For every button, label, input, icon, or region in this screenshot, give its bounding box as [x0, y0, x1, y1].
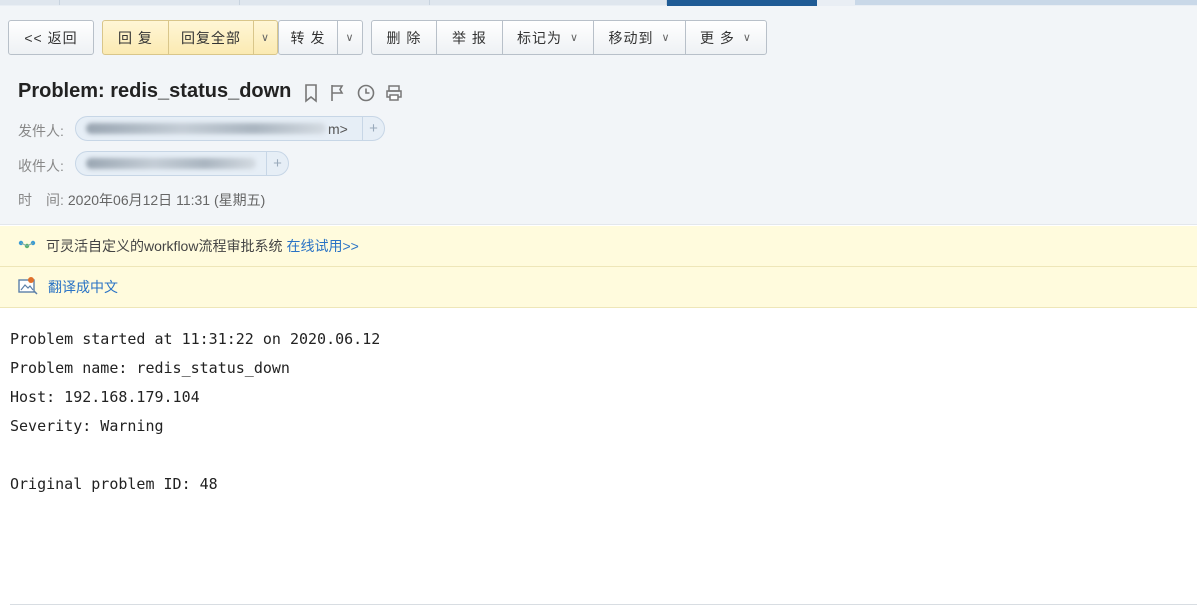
workflow-banner: 可灵活自定义的workflow流程审批系统 在线试用>>: [0, 226, 1197, 267]
tab[interactable]: [240, 0, 430, 5]
body-line: [10, 441, 380, 470]
move-to-label: 移动到: [608, 29, 654, 46]
sender-address-tail: m>: [328, 120, 348, 137]
divider: [10, 604, 1197, 605]
subject-actions: [302, 83, 403, 103]
recipient-label: 收件人:: [18, 158, 64, 174]
body-line: Host: 192.168.179.104: [10, 388, 200, 406]
forward-label: 转 发: [290, 29, 326, 46]
workflow-icon: [0, 238, 46, 254]
recipient-chip[interactable]: +: [75, 151, 289, 176]
time-value: 2020年06月12日 11:31 (星期五): [67, 192, 266, 208]
chevron-down-icon: ∨: [661, 32, 671, 44]
add-contact-button[interactable]: +: [362, 117, 384, 140]
mark-as-button[interactable]: 标记为 ∨: [502, 20, 594, 55]
clock-icon[interactable]: [356, 83, 376, 103]
more-label: 更 多: [700, 29, 735, 46]
report-button[interactable]: 举 报: [436, 20, 503, 55]
mail-body: Problem started at 11:31:22 on 2020.06.1…: [10, 325, 380, 499]
translate-banner: 翻译成中文: [0, 267, 1197, 308]
bookmark-icon[interactable]: [302, 83, 320, 103]
mark-as-label: 标记为: [516, 29, 562, 46]
forward-dropdown-button[interactable]: ∨: [337, 20, 363, 55]
sender-label: 发件人:: [18, 123, 64, 139]
time-row: 时 间: 2020年06月12日 11:31 (星期五): [18, 190, 265, 210]
chevron-down-icon: ∨: [742, 32, 752, 44]
sender-address-redacted: [76, 117, 326, 140]
time-label: 时 间:: [18, 192, 64, 208]
back-label: << 返回: [24, 29, 78, 46]
mail-subject: Problem: redis_status_down: [18, 80, 292, 102]
tab[interactable]: [855, 0, 1197, 5]
workflow-trial-link[interactable]: 在线试用>>: [286, 236, 358, 256]
reply-button[interactable]: 回 复: [102, 20, 169, 55]
reply-label: 回 复: [118, 29, 153, 46]
translate-link[interactable]: 翻译成中文: [48, 277, 118, 297]
body-line: Problem started at 11:31:22 on 2020.06.1…: [10, 330, 381, 348]
translate-icon[interactable]: [0, 276, 48, 298]
reply-dropdown-button[interactable]: ∨: [253, 20, 278, 55]
reply-all-label: 回复全部: [181, 29, 241, 46]
body-line: Original problem ID: 48: [10, 475, 218, 493]
reply-all-button[interactable]: 回复全部: [168, 20, 254, 55]
chevron-down-icon: ∨: [569, 32, 580, 44]
print-icon[interactable]: [385, 83, 403, 103]
add-contact-button[interactable]: +: [266, 152, 288, 175]
tab[interactable]: [60, 0, 240, 5]
body-line: Severity: Warning: [10, 417, 164, 435]
delete-button[interactable]: 删 除: [371, 20, 437, 55]
tab[interactable]: [430, 0, 667, 5]
flag-icon[interactable]: [329, 83, 347, 103]
report-label: 举 报: [452, 29, 487, 46]
back-button[interactable]: << 返回: [8, 20, 94, 55]
move-to-button[interactable]: 移动到 ∨: [593, 20, 686, 55]
forward-button[interactable]: 转 发: [278, 20, 338, 55]
tab[interactable]: [0, 0, 60, 5]
chevron-down-icon: ∨: [260, 32, 271, 44]
recipient-address-redacted: [76, 152, 256, 175]
chevron-down-icon: ∨: [345, 32, 355, 44]
more-button[interactable]: 更 多 ∨: [685, 20, 767, 55]
workflow-text: 可灵活自定义的workflow流程审批系统: [46, 238, 283, 254]
sender-chip[interactable]: m> +: [75, 116, 385, 141]
delete-label: 删 除: [386, 29, 422, 46]
body-line: Problem name: redis_status_down: [10, 359, 290, 377]
